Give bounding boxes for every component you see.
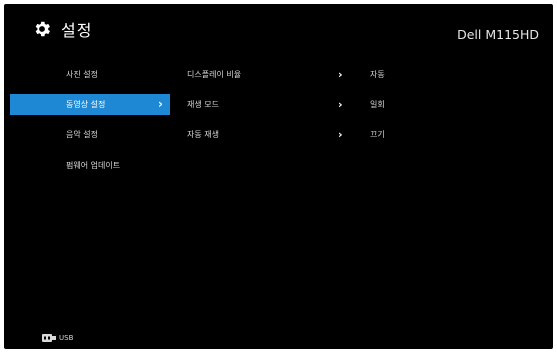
usb-label: USB	[59, 334, 74, 342]
chevron-right-icon: ›	[338, 68, 343, 81]
chevron-right-icon: ›	[338, 128, 343, 141]
menu-item-label: 음악 설정	[66, 130, 98, 139]
gear-icon	[35, 21, 50, 37]
page-title: 설정	[61, 21, 93, 40]
menu-item-music-settings[interactable]: 음악 설정	[10, 124, 170, 145]
submenu-item-auto-play[interactable]: 자동 재생	[187, 124, 219, 145]
menu-item-video-settings[interactable]: 동영상 설정 ›	[10, 94, 170, 115]
menu-item-firmware-update[interactable]: 펌웨어 업데이트	[10, 155, 170, 176]
usb-icon	[42, 334, 56, 342]
display-ratio-value[interactable]: 자동	[370, 64, 385, 85]
auto-play-value[interactable]: 끄기	[370, 124, 385, 145]
menu-item-label: 펌웨어 업데이트	[66, 161, 121, 170]
menu-item-label: 동영상 설정	[66, 100, 106, 109]
menu-item-photo-settings[interactable]: 사진 설정	[10, 64, 170, 85]
model-name: Dell M115HD	[457, 27, 539, 42]
chevron-right-icon: ›	[158, 97, 163, 111]
submenu-item-display-ratio[interactable]: 디스플레이 비율	[187, 64, 241, 85]
osd-screen: 설정 Dell M115HD 사진 설정 동영상 설정 › 음악 설정 펌웨어 …	[4, 4, 553, 349]
chevron-right-icon: ›	[338, 98, 343, 111]
play-mode-value[interactable]: 일회	[370, 94, 385, 115]
submenu-item-play-mode[interactable]: 재생 모드	[187, 94, 219, 115]
menu-item-label: 사진 설정	[66, 70, 98, 79]
